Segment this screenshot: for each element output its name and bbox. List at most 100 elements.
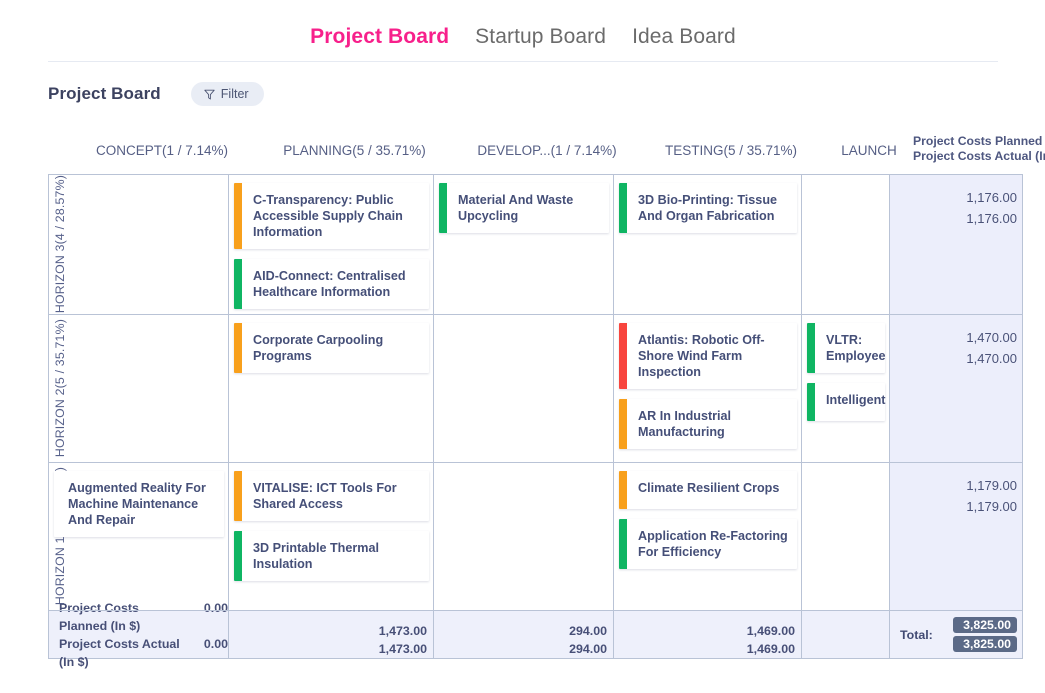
row-cost-planned: 1,176.00 xyxy=(966,190,1017,205)
row-costs-cell: 1,470.00 1,470.00 xyxy=(890,315,1023,463)
board-card[interactable]: VLTR: Employee xyxy=(807,323,886,373)
card-status-bar xyxy=(807,323,815,373)
board-card[interactable]: 3D Printable Thermal Insulation xyxy=(234,531,429,581)
board-card[interactable]: AID-Connect: Centralised Healthcare Info… xyxy=(234,259,429,309)
grid-wrapper: HORIZON 3(4 / 28.57%) HORIZON 2(5 / 35.7… xyxy=(48,174,1023,669)
costs-header-planned: Project Costs Planned (In $) xyxy=(913,134,1045,148)
column-header-costs: Project Costs Planned (In $) Project Cos… xyxy=(913,130,1045,164)
card-title: C-Transparency: Public Accessible Supply… xyxy=(253,193,403,239)
board-cell-planning[interactable]: C-Transparency: Public Accessible Supply… xyxy=(229,175,434,315)
board-cell-planning[interactable]: Corporate Carpooling Programs xyxy=(229,315,434,463)
board-card[interactable]: Material And Waste Upcycling xyxy=(439,183,609,233)
filter-button[interactable]: Filter xyxy=(190,82,264,106)
tab-project-board[interactable]: Project Board xyxy=(310,25,449,49)
board-row: Augmented Reality For Machine Maintenanc… xyxy=(49,463,1023,611)
board-row: Corporate Carpooling Programs Atlantis: R… xyxy=(49,315,1023,463)
footer-planning-planned: 1,473.00 xyxy=(378,624,427,638)
card-title: Augmented Reality For Machine Maintenanc… xyxy=(68,481,206,527)
board-card[interactable]: Atlantis: Robotic Off-Shore Wind Farm In… xyxy=(619,323,797,389)
footer-develop-planned: 294.00 xyxy=(569,624,607,638)
board-card[interactable]: Corporate Carpooling Programs xyxy=(234,323,429,373)
board-card[interactable]: Intelligent xyxy=(807,383,885,421)
kanban-board-app: Project Board Startup Board Idea Board P… xyxy=(0,0,1045,693)
board-cell-develop[interactable] xyxy=(434,315,614,463)
card-status-bar xyxy=(619,399,627,449)
column-header-testing[interactable]: TESTING(5 / 35.71%) xyxy=(637,130,825,158)
row-costs-cell: 1,176.00 1,176.00 xyxy=(890,175,1023,315)
card-status-bar xyxy=(439,183,447,233)
board-row: C-Transparency: Public Accessible Supply… xyxy=(49,175,1023,315)
board-cell-concept[interactable] xyxy=(49,175,229,315)
card-status-bar xyxy=(234,471,242,521)
footer-develop: 294.00 294.00 xyxy=(434,611,614,659)
card-status-bar xyxy=(807,383,815,421)
column-header-row: CONCEPT(1 / 7.14%) PLANNING(5 / 35.71%) … xyxy=(48,130,1045,174)
column-header-develop[interactable]: DEVELOP...(1 / 7.14%) xyxy=(457,130,637,158)
board-card[interactable]: VITALISE: ICT Tools For Shared Access xyxy=(234,471,429,521)
grid-columns: C-Transparency: Public Accessible Supply… xyxy=(48,174,1023,669)
row-cost-actual: 1,470.00 xyxy=(966,351,1017,366)
card-title: Climate Resilient Crops xyxy=(638,481,780,495)
board-cell-launch[interactable] xyxy=(802,463,890,611)
card-title: Intelligent xyxy=(826,393,886,407)
card-title: Material And Waste Upcycling xyxy=(458,193,574,223)
card-title: Corporate Carpooling Programs xyxy=(253,333,384,363)
footer-actual-label: Project Costs Actual (In $) xyxy=(59,636,180,669)
board-cell-testing[interactable]: Climate Resilient Crops Application Re-Fa… xyxy=(614,463,802,611)
board-card[interactable]: C-Transparency: Public Accessible Supply… xyxy=(234,183,429,249)
card-title: VLTR: Employee xyxy=(826,333,886,363)
tab-startup-board[interactable]: Startup Board xyxy=(475,25,606,49)
footer-planning: 1,473.00 1,473.00 xyxy=(229,611,434,659)
footer-testing: 1,469.00 1,469.00 xyxy=(614,611,802,659)
tab-idea-board[interactable]: Idea Board xyxy=(632,25,736,49)
card-status-bar xyxy=(619,183,627,233)
card-status-bar xyxy=(619,323,627,389)
board-cell-testing[interactable]: 3D Bio-Printing: Tissue And Organ Fabric… xyxy=(614,175,802,315)
column-header-planning[interactable]: PLANNING(5 / 35.71%) xyxy=(252,130,457,158)
filter-label: Filter xyxy=(220,87,249,101)
footer-testing-planned: 1,469.00 xyxy=(746,624,795,638)
board-cell-concept[interactable]: Augmented Reality For Machine Maintenanc… xyxy=(49,463,229,611)
column-header-concept[interactable]: CONCEPT(1 / 7.14%) xyxy=(72,130,252,158)
board-cell-testing[interactable]: Atlantis: Robotic Off-Shore Wind Farm In… xyxy=(614,315,802,463)
board-card[interactable]: AR In Industrial Manufacturing xyxy=(619,399,797,449)
card-title: 3D Bio-Printing: Tissue And Organ Fabric… xyxy=(638,193,778,223)
footer-actual-line: Project Costs Actual (In $) 0.00 xyxy=(59,635,228,671)
page-title: Project Board xyxy=(48,84,161,103)
card-status-bar xyxy=(234,259,242,309)
footer-concept-actual: 0.00 xyxy=(203,636,228,651)
footer-summary-row: Project Costs Planned (In $) 0.00 Projec… xyxy=(49,601,1023,669)
total-actual-badge: 3,825.00 xyxy=(953,636,1017,652)
card-title: Application Re-Factoring For Efficiency xyxy=(638,529,788,559)
board-card[interactable]: Application Re-Factoring For Efficiency xyxy=(619,519,797,569)
card-status-bar xyxy=(619,519,627,569)
row-cost-planned: 1,470.00 xyxy=(966,330,1017,345)
tabs-divider xyxy=(48,61,998,62)
footer-planning-actual: 1,473.00 xyxy=(378,642,427,656)
board-cell-planning[interactable]: VITALISE: ICT Tools For Shared Access 3D … xyxy=(229,463,434,611)
board-cell-launch[interactable]: VLTR: Employee Intelligent xyxy=(802,315,890,463)
footer-testing-actual: 1,469.00 xyxy=(746,642,795,656)
board-card[interactable]: Climate Resilient Crops xyxy=(619,471,797,509)
board-card[interactable]: Augmented Reality For Machine Maintenanc… xyxy=(54,471,224,537)
grid-rows: C-Transparency: Public Accessible Supply… xyxy=(49,175,1023,611)
card-status-bar xyxy=(234,183,242,249)
column-header-launch[interactable]: LAUNCH xyxy=(825,130,913,158)
total-label: Total: xyxy=(900,627,933,642)
board-cell-develop[interactable]: Material And Waste Upcycling xyxy=(434,175,614,315)
card-status-bar xyxy=(619,471,627,509)
row-cost-actual: 1,179.00 xyxy=(966,499,1017,514)
row-cost-actual: 1,176.00 xyxy=(966,211,1017,226)
total-badges: 3,825.00 3,825.00 xyxy=(953,617,1017,652)
card-title: AR In Industrial Manufacturing xyxy=(638,409,732,439)
board-cell-launch[interactable] xyxy=(802,175,890,315)
funnel-icon xyxy=(204,89,215,100)
board: CONCEPT(1 / 7.14%) PLANNING(5 / 35.71%) … xyxy=(48,130,1045,669)
costs-header-actual: Project Costs Actual (In $) xyxy=(913,149,1045,163)
board-cell-develop[interactable] xyxy=(434,463,614,611)
card-status-bar xyxy=(234,531,242,581)
card-title: Atlantis: Robotic Off-Shore Wind Farm In… xyxy=(638,333,765,379)
board-cell-concept[interactable] xyxy=(49,315,229,463)
board-card[interactable]: 3D Bio-Printing: Tissue And Organ Fabric… xyxy=(619,183,797,233)
footer-launch xyxy=(802,611,890,659)
